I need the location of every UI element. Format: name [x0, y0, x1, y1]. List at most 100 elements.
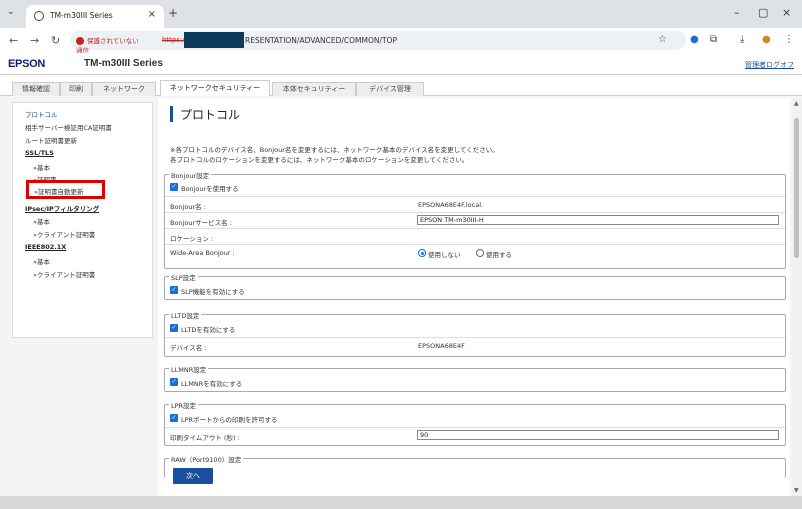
- bonjour-fieldset: Bonjour設定 ✓ Bonjourを使用する Bonjour名 : EPSO…: [164, 170, 786, 269]
- restore-icon[interactable]: ▢: [758, 6, 768, 19]
- sidebar-item-ipsec-basic[interactable]: »基本: [33, 216, 50, 226]
- llmnr-legend: LLMNR設定: [169, 364, 209, 374]
- url-redaction: [184, 32, 244, 48]
- bottom-bar: [0, 496, 802, 509]
- llmnr-enable-label: LLMNRを有効にする: [181, 380, 243, 388]
- sidebar-item-ssl-auto-renew-label: »証明書自動更新: [34, 188, 84, 196]
- back-icon[interactable]: ←: [9, 34, 18, 47]
- close-tab-icon[interactable]: ×: [148, 9, 156, 20]
- wide-area-label: Wide-Area Bonjour :: [170, 249, 235, 257]
- lltd-device-value: EPSONA68E4F: [418, 342, 465, 350]
- globe-icon: [34, 11, 44, 21]
- raw-fieldset: RAW（Port9100）設定: [164, 454, 786, 478]
- sidebar-item-ca-cert[interactable]: 相手サーバー検証用CA証明書: [25, 122, 112, 132]
- browser-tab[interactable]: TM-m30III Series ×: [26, 5, 164, 28]
- slp-enable-label: SLP機能を有効にする: [181, 288, 245, 296]
- lpr-enable-label: LPRポートからの印刷を許可する: [181, 416, 278, 424]
- extension-drop-icon[interactable]: ●: [690, 34, 699, 45]
- bonjour-name-label: Bonjour名 :: [170, 203, 206, 211]
- wide-area-off-radio[interactable]: [418, 249, 426, 257]
- menu-icon[interactable]: ⋮: [784, 34, 794, 45]
- lltd-device-label: デバイス名 :: [170, 344, 207, 352]
- sidebar: プロトコル 相手サーバー検証用CA証明書 ルート証明書更新 SSL/TLS »基…: [12, 102, 153, 338]
- tab-device-security[interactable]: 本体セキュリティー: [272, 82, 356, 96]
- window-close-icon[interactable]: ×: [782, 6, 791, 19]
- tab-network[interactable]: ネットワーク: [92, 82, 156, 96]
- browser-tab-title: TM-m30III Series: [50, 11, 113, 20]
- logout-link[interactable]: 管理者ログオフ: [745, 60, 794, 70]
- lltd-device-row: デバイス名 : EPSONA68E4F: [165, 337, 785, 352]
- lpr-timeout-label: 印刷タイムアウト (秒) :: [170, 434, 240, 442]
- wide-area-on-label: 使用する: [486, 251, 512, 259]
- note-line-1: ※各プロトコルのデバイス名、Bonjour名を変更するには、ネットワーク基本のデ…: [170, 146, 499, 154]
- reload-icon[interactable]: ↻: [51, 34, 60, 47]
- sidebar-item-protocol[interactable]: プロトコル: [25, 109, 58, 119]
- forward-icon[interactable]: →: [30, 34, 39, 47]
- slp-checkbox[interactable]: ✓: [170, 286, 178, 294]
- address-bar[interactable]: 保護されていない通信 https:// RESENTATION/ADVANCED…: [70, 31, 686, 55]
- lltd-checkbox[interactable]: ✓: [170, 324, 178, 332]
- scrollbar-thumb[interactable]: [794, 118, 799, 258]
- sidebar-item-root-cert[interactable]: ルート証明書更新: [25, 135, 77, 145]
- title-accent: [170, 106, 173, 122]
- bonjour-name-value: EPSONA68E4F.local.: [418, 201, 484, 209]
- lltd-fieldset: LLTD設定 ✓ LLTDを有効にする デバイス名 : EPSONA68E4F: [164, 310, 786, 357]
- download-icon[interactable]: ⤓: [740, 34, 744, 45]
- sidebar-item-ipsec-client-cert[interactable]: »クライアント証明書: [33, 229, 95, 239]
- bonjour-enable-label: Bonjourを使用する: [181, 185, 239, 193]
- minimize-icon[interactable]: –: [734, 6, 740, 19]
- location-row: ロケーション :: [165, 228, 785, 243]
- wide-area-row: Wide-Area Bonjour : 使用しない 使用する: [165, 244, 785, 259]
- browser-tabstrip: ⌄ TM-m30III Series × + – ▢ ×: [0, 0, 802, 28]
- site-header: EPSON TM-m30III Series 管理者ログオフ: [0, 53, 802, 75]
- tab-network-security[interactable]: ネットワークセキュリティー: [160, 80, 270, 97]
- scroll-up-icon[interactable]: ▲: [794, 100, 799, 107]
- security-warning[interactable]: 保護されていない通信: [76, 35, 144, 55]
- bonjour-checkbox[interactable]: ✓: [170, 183, 178, 191]
- web-page: EPSON TM-m30III Series 管理者ログオフ 情報確認 印刷 ネ…: [0, 53, 802, 509]
- raw-legend: RAW（Port9100）設定: [169, 454, 244, 464]
- scroll-down-icon[interactable]: ▼: [794, 487, 799, 494]
- lpr-checkbox[interactable]: ✓: [170, 414, 178, 422]
- lpr-fieldset: LPR設定 ✓ LPRポートからの印刷を許可する 印刷タイムアウト (秒) : …: [164, 400, 786, 446]
- lltd-legend: LLTD設定: [169, 310, 202, 320]
- llmnr-checkbox[interactable]: ✓: [170, 378, 178, 386]
- avatar[interactable]: ●: [762, 34, 771, 45]
- bonjour-legend: Bonjour設定: [169, 170, 212, 180]
- bonjour-name-row: Bonjour名 : EPSONA68E4F.local.: [165, 196, 785, 211]
- warning-icon: [76, 37, 84, 45]
- bookmark-star-icon[interactable]: ☆: [658, 34, 667, 45]
- new-tab-button[interactable]: +: [168, 6, 178, 20]
- browser-toolbar: ← → ↻ 保護されていない通信 https:// RESENTATION/AD…: [0, 28, 802, 55]
- tab-print[interactable]: 印刷: [60, 82, 92, 96]
- lltd-enable-label: LLTDを有効にする: [181, 326, 236, 334]
- slp-fieldset: SLP設定 ✓ SLP機能を有効にする: [164, 272, 786, 300]
- wide-area-off-label: 使用しない: [428, 251, 461, 259]
- bonjour-service-input[interactable]: EPSON TM-m30III-H: [417, 215, 779, 225]
- tab-search-chevron-icon[interactable]: ⌄: [7, 7, 15, 17]
- sidebar-heading-ssl-tls: SSL/TLS: [25, 149, 54, 157]
- next-button[interactable]: 次へ: [173, 468, 213, 484]
- sidebar-item-ssl-basic[interactable]: »基本: [33, 162, 50, 172]
- sidebar-heading-ieee: IEEE802.1X: [25, 243, 67, 251]
- page-title: プロトコル: [180, 108, 241, 122]
- model-name: TM-m30III Series: [84, 58, 163, 69]
- sidebar-item-ssl-auto-renew[interactable]: »証明書自動更新: [26, 180, 105, 199]
- main-tabs: 情報確認 印刷 ネットワーク ネットワークセキュリティー 本体セキュリティー デ…: [0, 80, 802, 97]
- sidebar-item-ieee-basic[interactable]: »基本: [33, 256, 50, 266]
- tab-device-management[interactable]: デバイス管理: [356, 82, 424, 96]
- sidebar-item-ieee-client-cert[interactable]: »クライアント証明書: [33, 269, 95, 279]
- url-path: RESENTATION/ADVANCED/COMMON/TOP: [245, 36, 398, 45]
- main-panel: プロトコル ※各プロトコルのデバイス名、Bonjour名を変更するには、ネットワ…: [158, 98, 790, 496]
- tab-info[interactable]: 情報確認: [12, 82, 60, 96]
- page-scrollbar[interactable]: ▲ ▼: [792, 98, 802, 496]
- extensions-icon[interactable]: ⧉: [710, 34, 717, 45]
- wide-area-on-radio[interactable]: [476, 249, 484, 257]
- bonjour-service-label: Bonjourサービス名 :: [170, 219, 232, 227]
- lpr-legend: LPR設定: [169, 400, 199, 410]
- lpr-timeout-input[interactable]: 90: [417, 430, 779, 440]
- location-label: ロケーション :: [170, 235, 214, 243]
- lpr-timeout-row: 印刷タイムアウト (秒) : 90: [165, 427, 785, 442]
- slp-legend: SLP設定: [169, 272, 198, 282]
- llmnr-fieldset: LLMNR設定 ✓ LLMNRを有効にする: [164, 364, 786, 392]
